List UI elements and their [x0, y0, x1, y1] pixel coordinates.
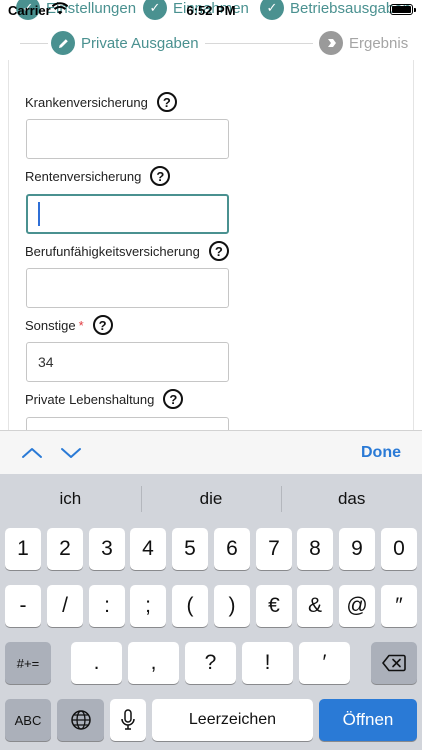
sonstige-input[interactable]: 34 [26, 342, 229, 382]
key-3[interactable]: 3 [89, 528, 125, 570]
field-label-rentenversicherung: Rentenversicherung ? [25, 166, 171, 186]
open-key[interactable]: Öffnen [319, 699, 417, 741]
field-label-private-lebenshaltung: Private Lebenshaltung ? [25, 389, 184, 409]
label-text: Private Lebenshaltung [25, 391, 155, 407]
keyboard-accessory-bar: Done [0, 430, 422, 474]
label-text: Rentenversicherung [25, 168, 142, 184]
key-period[interactable]: . [71, 642, 122, 684]
key-7[interactable]: 7 [256, 528, 292, 570]
on-screen-keyboard: ich die das 1 2 3 4 5 6 7 8 9 0 - / : ; … [0, 474, 422, 750]
key-9[interactable]: 9 [339, 528, 375, 570]
step-private-ausgaben[interactable]: Private Ausgaben [51, 31, 199, 55]
step-connector [205, 43, 313, 44]
label-text: Berufunfähigkeitsversicherung [25, 243, 200, 259]
key-question[interactable]: ? [185, 642, 236, 684]
chevron-up-icon[interactable] [21, 442, 43, 464]
done-button[interactable]: Done [361, 444, 401, 462]
space-key[interactable]: Leerzeichen [152, 699, 313, 741]
key-symbols-shift[interactable]: #+= [5, 642, 51, 684]
help-icon[interactable]: ? [163, 389, 184, 409]
step-connector [20, 43, 48, 44]
globe-key[interactable] [57, 699, 104, 741]
suggestion-item[interactable]: die [140, 474, 282, 524]
key-exclamation[interactable]: ! [242, 642, 293, 684]
field-label-berufunfaehigkeitsversicherung: Berufunfähigkeitsversicherung ? [25, 241, 229, 261]
arrow-right-icon [319, 31, 343, 55]
key-hyphen[interactable]: - [5, 585, 41, 627]
key-euro[interactable]: € [256, 585, 292, 627]
key-4[interactable]: 4 [130, 528, 166, 570]
help-icon[interactable]: ? [208, 241, 229, 261]
microphone-icon [121, 709, 135, 730]
key-6[interactable]: 6 [214, 528, 250, 570]
suggestion-bar: ich die das [0, 474, 422, 524]
suggestion-item[interactable]: ich [0, 474, 141, 524]
rentenversicherung-input[interactable] [26, 194, 229, 234]
key-0[interactable]: 0 [381, 528, 417, 570]
private-expenses-form: Krankenversicherung ? Rentenversicherung… [8, 60, 414, 430]
key-slash[interactable]: / [47, 585, 83, 627]
status-bar: Carrier 6:52 PM [0, 0, 422, 22]
status-time: 6:52 PM [186, 3, 236, 18]
step-label: Private Ausgaben [81, 34, 199, 52]
key-2[interactable]: 2 [47, 528, 83, 570]
key-comma[interactable]: , [128, 642, 179, 684]
globe-icon [70, 710, 91, 730]
label-text: Krankenversicherung [25, 94, 148, 110]
key-close-paren[interactable]: ) [214, 585, 250, 627]
field-label-krankenversicherung: Krankenversicherung ? [25, 92, 177, 112]
battery-icon [390, 4, 416, 15]
key-1[interactable]: 1 [5, 528, 41, 570]
stepper-bottom-row: Private Ausgaben Ergebnis [0, 28, 422, 58]
key-ampersand[interactable]: & [297, 585, 333, 627]
private-lebenshaltung-input[interactable] [26, 417, 229, 430]
berufunfaehigkeitsversicherung-input[interactable] [26, 268, 229, 308]
label-text: Sonstige [25, 317, 76, 333]
text-caret [38, 202, 40, 226]
key-abc[interactable]: ABC [5, 699, 51, 741]
step-label: Ergebnis [349, 34, 409, 52]
key-semicolon[interactable]: ; [130, 585, 166, 627]
krankenversicherung-input[interactable] [26, 119, 229, 159]
chevron-down-icon[interactable] [60, 442, 82, 464]
key-open-paren[interactable]: ( [172, 585, 208, 627]
key-at[interactable]: @ [339, 585, 375, 627]
key-colon[interactable]: : [89, 585, 125, 627]
required-marker: * [78, 317, 84, 333]
help-icon[interactable]: ? [92, 315, 113, 335]
delete-key[interactable] [371, 642, 417, 684]
backspace-icon [382, 654, 406, 672]
step-ergebnis[interactable]: Ergebnis [319, 31, 408, 55]
dictation-key[interactable] [110, 699, 146, 741]
key-8[interactable]: 8 [297, 528, 333, 570]
field-label-sonstige: Sonstige * ? [25, 315, 113, 335]
help-icon[interactable]: ? [150, 166, 171, 186]
pencil-icon [51, 31, 75, 55]
key-double-prime[interactable]: ″ [381, 585, 417, 627]
key-prime[interactable]: ′ [299, 642, 350, 684]
suggestion-item[interactable]: das [281, 474, 422, 524]
help-icon[interactable]: ? [156, 92, 177, 112]
key-5[interactable]: 5 [172, 528, 208, 570]
